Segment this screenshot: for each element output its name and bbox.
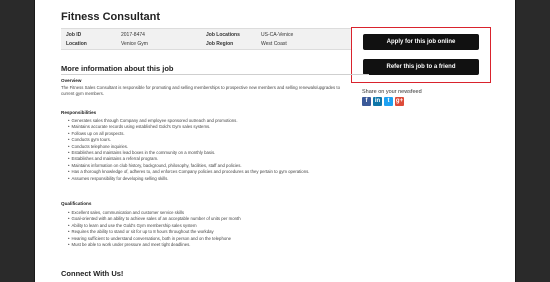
job-region-label: Job Region <box>206 41 234 47</box>
job-page: Fitness Consultant Job ID 2017-8474 Job … <box>34 0 516 282</box>
overview-label: Overview <box>61 78 82 83</box>
linkedin-icon[interactable]: in <box>373 97 382 106</box>
qualifications-label: Qualifications <box>61 201 92 206</box>
facebook-icon[interactable]: f <box>362 97 371 106</box>
connect-heading: Connect With Us! <box>61 269 124 278</box>
job-meta-table: Job ID 2017-8474 Job Locations US-CA-Ven… <box>61 28 369 50</box>
location-value: Venice Gym <box>121 41 148 47</box>
more-info-heading: More information about this job <box>61 64 174 73</box>
refer-friend-button[interactable]: Refer this job to a friend <box>363 59 479 75</box>
list-item: Assumes responsibility for developing se… <box>68 176 358 182</box>
job-region-value: West Coast <box>261 41 287 47</box>
meta-row: Location Venice Gym Job Region West Coas… <box>61 39 369 49</box>
share-label: Share on your newsfeed <box>362 89 422 95</box>
divider <box>61 74 369 75</box>
list-item: Must be able to work under pressure and … <box>68 242 358 248</box>
location-label: Location <box>66 41 87 47</box>
google-plus-icon[interactable]: g+ <box>395 97 404 106</box>
overview-text: The Fitness Sales Consultant is responsi… <box>61 85 340 96</box>
responsibilities-label: Responsibilities <box>61 110 97 115</box>
apply-actions-box: Apply for this job online Refer this job… <box>351 27 491 83</box>
share-icons: f in t g+ <box>362 97 404 106</box>
twitter-icon[interactable]: t <box>384 97 393 106</box>
apply-online-button[interactable]: Apply for this job online <box>363 34 479 50</box>
qualifications-list: Excellent sales, communication and custo… <box>68 210 358 248</box>
responsibilities-list: Generates sales through Company and empl… <box>68 118 358 182</box>
page-title: Fitness Consultant <box>61 11 161 23</box>
